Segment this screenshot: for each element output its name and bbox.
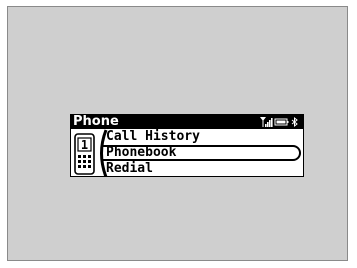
- battery-icon: [274, 118, 289, 126]
- display-panel: Phone 1 Call History Phonebook Redial: [7, 6, 348, 261]
- menu-item-phonebook[interactable]: Phonebook: [106, 145, 176, 160]
- bluetooth-icon: [291, 116, 298, 128]
- phone-icon: 1: [74, 133, 95, 175]
- phone-icon-digit: 1: [81, 138, 88, 152]
- screen-title: Phone: [73, 114, 119, 129]
- menu-item-redial[interactable]: Redial: [106, 161, 153, 176]
- title-bar: Phone: [71, 115, 303, 129]
- menu-item-call-history[interactable]: Call History: [106, 129, 200, 144]
- signal-icon: [260, 117, 273, 127]
- status-icons: [260, 116, 298, 128]
- phone-menu-screen: Phone 1 Call History Phonebook Redial: [70, 114, 304, 177]
